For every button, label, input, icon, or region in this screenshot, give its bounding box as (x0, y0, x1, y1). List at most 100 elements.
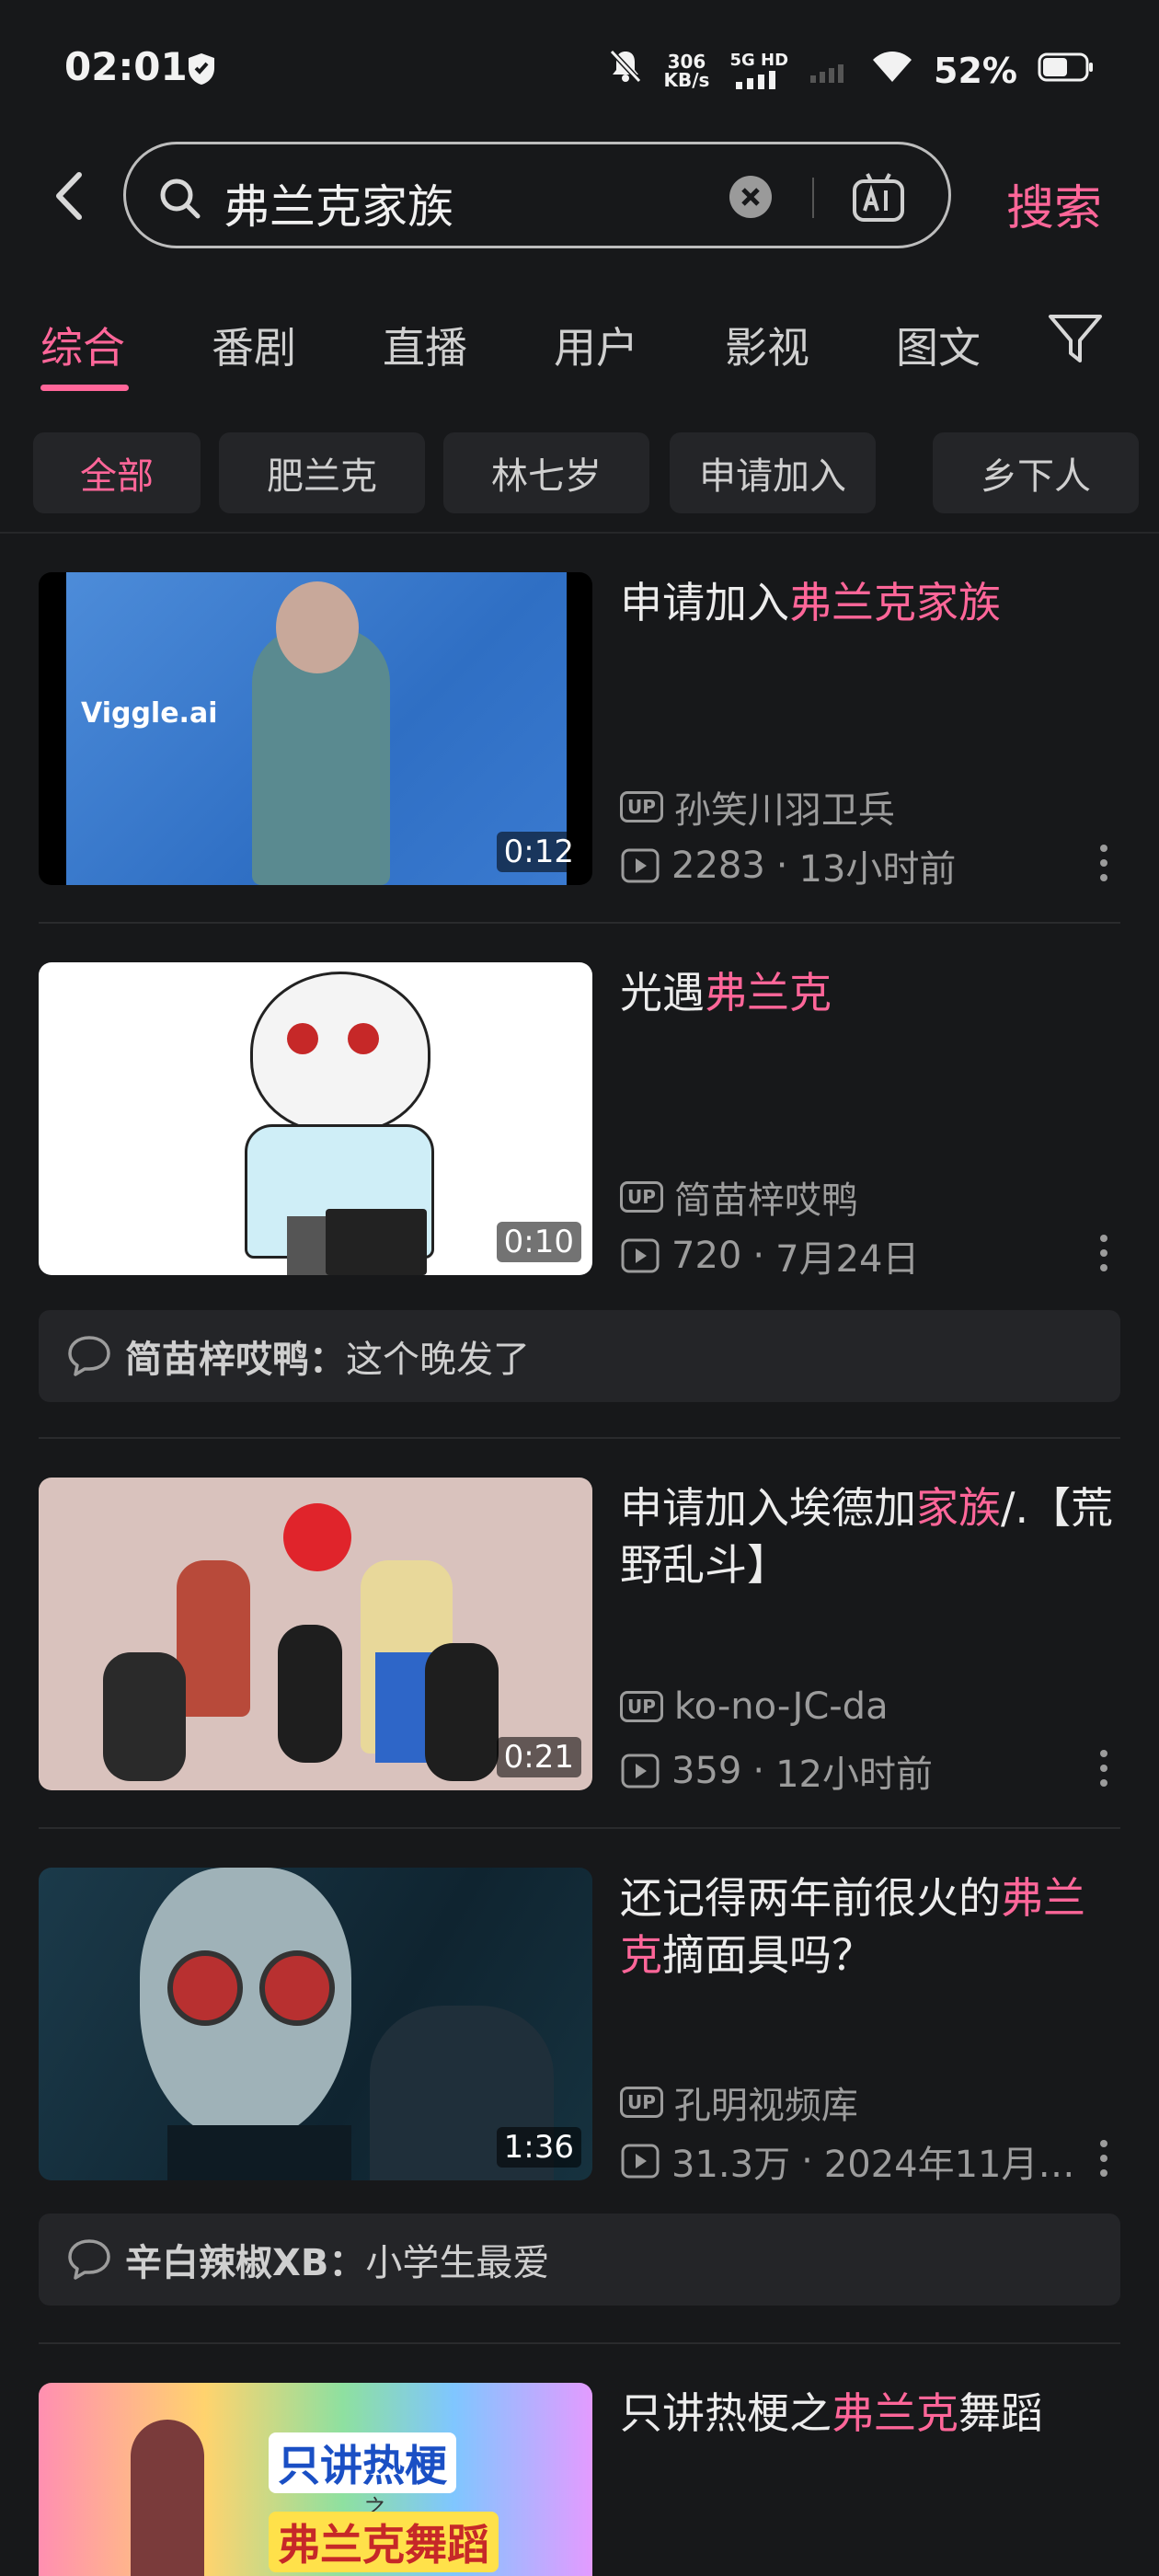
net-speed-unit: KB/s (663, 68, 710, 91)
tab-anime[interactable]: 番剧 (212, 315, 296, 375)
chip-1[interactable]: 肥兰克 (219, 432, 425, 513)
mask-eye (259, 1950, 335, 2026)
publish-time: 13小时前 (798, 848, 957, 891)
search-divider (812, 178, 814, 218)
video-duration: 0:10 (496, 1222, 581, 1262)
up-badge-icon: UP (620, 1691, 663, 1722)
top-comment[interactable]: 辛白辣椒XB： 小学生最爱 (39, 2214, 1120, 2306)
battery-percent: 52% (934, 50, 1017, 91)
cell-signal-icon: 5G HD (729, 52, 788, 89)
top-comment[interactable]: 简苗梓哎鸭： 这个晚发了 (39, 1310, 1120, 1402)
filter-button[interactable] (1047, 311, 1104, 372)
up-badge-icon: UP (620, 791, 663, 822)
video-title[interactable]: 申请加入埃德加家族/.【荒野乱斗】 (620, 1479, 1126, 1593)
thumbnail-text: 只讲热梗 (269, 2432, 456, 2493)
chip-2[interactable]: 林七岁 (443, 432, 649, 513)
character-eye (348, 1023, 379, 1054)
uploader-name: ko-no-JC-da (673, 1685, 889, 1728)
uploader-name: 简苗梓哎鸭 (673, 1179, 858, 1222)
back-button[interactable] (44, 164, 99, 228)
video-duration: 0:12 (496, 832, 581, 872)
tab-live[interactable]: 直播 (383, 315, 467, 375)
play-count-icon (621, 848, 660, 883)
tab-movies[interactable]: 影视 (725, 315, 809, 375)
divider (0, 532, 1159, 534)
video-title[interactable]: 申请加入弗兰克家族 (620, 574, 1126, 631)
video-thumbnail[interactable]: Viggle.ai 0:12 (39, 572, 592, 885)
mask-eye (167, 1950, 243, 2026)
title-highlight: 弗兰克 (832, 2388, 958, 2438)
uploader-row[interactable]: UP 孙笑川羽卫兵 (620, 780, 895, 834)
battery-icon (1038, 51, 1095, 91)
divider (39, 922, 1120, 924)
stats-row: 2283 · 13小时前 (620, 839, 956, 892)
publish-time: 12小时前 (775, 1754, 933, 1796)
search-input[interactable]: 弗兰克家族 (123, 142, 951, 248)
video-title[interactable]: 光遇弗兰克 (620, 964, 1126, 1021)
title-text-post: 摘面具吗？ (662, 1930, 874, 1980)
ai-assistant-button[interactable] (851, 170, 906, 229)
stats-row: 359 · 12小时前 (620, 1744, 933, 1798)
wifi-icon (871, 49, 913, 92)
video-duration: 0:21 (496, 1737, 581, 1777)
clear-button[interactable] (729, 176, 772, 218)
chip-4[interactable]: 乡下人 (933, 432, 1139, 513)
video-title[interactable]: 只讲热梗之弗兰克舞蹈 (620, 2385, 1126, 2442)
mute-icon (607, 48, 644, 93)
uploader-row[interactable]: UP ko-no-JC-da (620, 1685, 889, 1728)
character-shape (177, 1560, 250, 1717)
view-count: 2283 (671, 845, 765, 887)
chip-3[interactable]: 申请加入 (670, 432, 876, 513)
search-button[interactable]: 搜索 (1006, 169, 1102, 238)
cell-signal-2-icon (809, 51, 851, 91)
play-count-icon (621, 2144, 660, 2179)
net-speed: 306 KB/s (664, 52, 710, 89)
publish-time: 7月24日 (775, 1238, 920, 1281)
tab-general[interactable]: 综合 (40, 315, 125, 375)
video-duration: 1:36 (496, 2127, 581, 2168)
character-eye (287, 1023, 318, 1054)
divider (39, 2342, 1120, 2344)
dot-separator: · (801, 2140, 813, 2182)
character-shape (278, 1625, 342, 1763)
more-options-button[interactable] (1100, 2140, 1109, 2184)
comment-icon (68, 1336, 110, 1376)
chip-all[interactable]: 全部 (33, 432, 201, 513)
search-query[interactable]: 弗兰克家族 (224, 170, 453, 236)
publish-time: 2024年11月… (823, 2144, 1075, 2186)
dot-separator: · (775, 845, 788, 887)
vpn-shield-icon (186, 52, 217, 90)
uploader-name: 孔明视频库 (673, 2085, 858, 2127)
title-text: 还记得两年前很火的 (620, 1873, 1001, 1923)
divider (39, 1827, 1120, 1829)
tab-active-indicator (40, 385, 129, 391)
more-options-button[interactable] (1100, 1750, 1109, 1794)
up-badge-icon: UP (620, 1181, 663, 1213)
status-time: 02:01 (64, 44, 188, 89)
character-shape (103, 1652, 186, 1781)
more-options-button[interactable] (1100, 845, 1109, 889)
figure-head (276, 581, 359, 673)
video-thumbnail[interactable]: 只讲热梗 之 弗兰克舞蹈 (39, 2383, 592, 2576)
uploader-row[interactable]: UP 孔明视频库 (620, 2076, 858, 2129)
stats-row: 720 · 7月24日 (620, 1229, 919, 1282)
view-count: 31.3万 (671, 2144, 791, 2186)
play-count-icon (621, 1754, 660, 1788)
more-options-button[interactable] (1100, 1235, 1109, 1279)
tab-articles[interactable]: 图文 (896, 315, 981, 375)
briefcase (326, 1209, 427, 1275)
video-title[interactable]: 还记得两年前很火的弗兰克摘面具吗？ (620, 1869, 1126, 1984)
view-count: 720 (671, 1235, 742, 1277)
dot-separator: · (752, 1750, 765, 1792)
uploader-row[interactable]: UP 简苗梓哎鸭 (620, 1170, 858, 1224)
up-badge-icon: UP (620, 2087, 663, 2118)
video-thumbnail[interactable]: 1:36 (39, 1868, 592, 2180)
dot-separator: · (752, 1235, 765, 1277)
video-thumbnail[interactable]: 0:21 (39, 1478, 592, 1790)
close-icon (741, 188, 760, 206)
ai-icon (853, 173, 904, 222)
tab-users[interactable]: 用户 (554, 315, 638, 375)
video-thumbnail[interactable]: 0:10 (39, 962, 592, 1275)
thumbnail-text: 弗兰克舞蹈 (269, 2512, 499, 2572)
title-text: 只讲热梗之 (620, 2388, 832, 2438)
